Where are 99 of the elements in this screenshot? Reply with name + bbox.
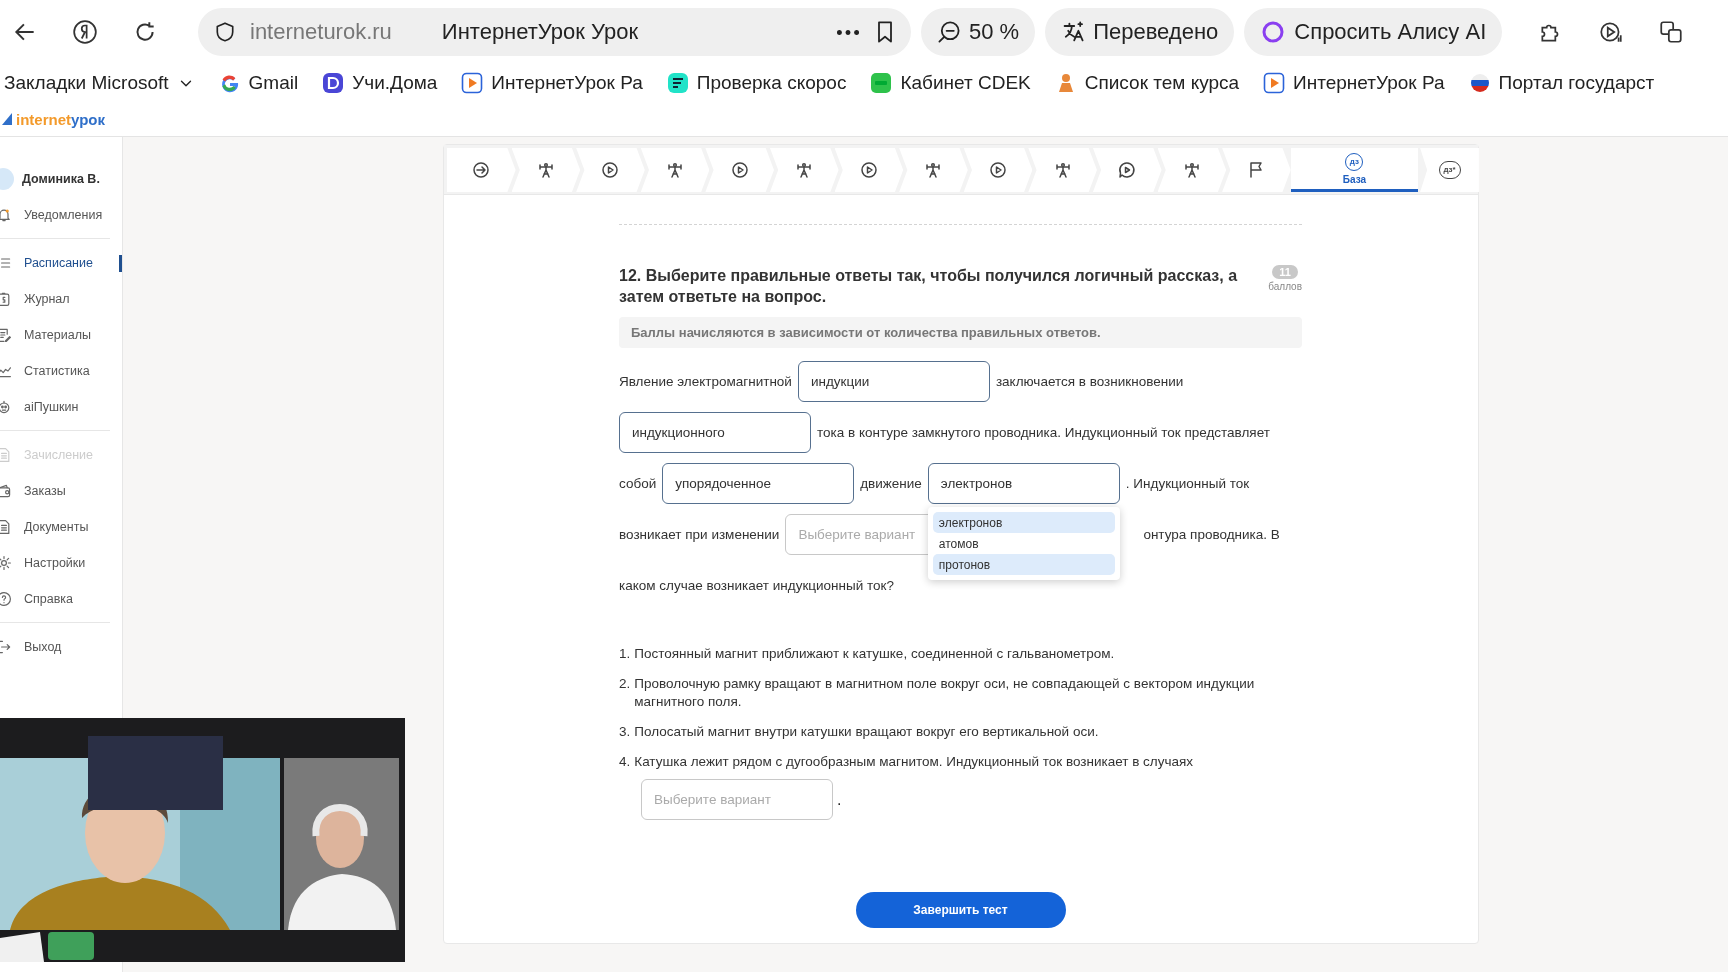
url-text: interneturok.ru [250, 19, 392, 45]
translate-button[interactable]: Переведено [1045, 8, 1235, 56]
sidebar-item[interactable]: Журнал [0, 281, 122, 317]
question-title: 12. Выберите правильные ответы так, чтобы получился логичный рассказ, а затем ответьте на вопрос. [619, 266, 1239, 307]
chat-play-icon [1117, 160, 1138, 180]
lesson-step-tab[interactable] [769, 148, 839, 192]
zoom-out-icon [937, 20, 961, 44]
lesson-step-tab[interactable] [705, 148, 774, 192]
play-square-icon [461, 72, 484, 94]
play-icon [729, 160, 750, 180]
sidebar-item[interactable]: Материалы [0, 317, 122, 353]
bookmark[interactable]: ИнтернетУрок Ра [461, 72, 643, 94]
story-text: онтура проводника. В [1143, 527, 1280, 542]
sidebar-item[interactable]: Настройки [0, 545, 122, 581]
sidebar-item[interactable]: Расписание [0, 245, 122, 281]
period-text: . [837, 790, 842, 809]
option-text: Полосатый магнит внутри катушки вращают вокруг его вертикальной оси. [634, 723, 1099, 741]
list-icon [0, 255, 12, 271]
sidebar-item[interactable]: Документы [0, 509, 122, 545]
story-text: Явление электромагнитной [619, 374, 792, 389]
finish-test-button[interactable]: Завершить тест [855, 892, 1066, 928]
site-logo[interactable]: internetурок [2, 110, 105, 128]
play-icon [988, 160, 1009, 180]
overlapping-squares-icon [1658, 19, 1685, 45]
bookmark[interactable]: Портал государст [1468, 72, 1655, 94]
answer-field[interactable]: индукции [797, 361, 990, 402]
circle-letter-icon [72, 19, 98, 45]
speedtest-icon [666, 72, 689, 94]
document-icon [0, 519, 12, 535]
document-icon [0, 447, 12, 463]
address-bar[interactable]: interneturok.ru ИнтернетУрок Урок [198, 8, 911, 56]
story-text: тока в контуре замкнутого проводника. Индукционный ток представляет [817, 425, 1270, 440]
exit-icon [0, 639, 12, 655]
play-icon [600, 160, 621, 180]
more-icon [837, 29, 859, 35]
robot-icon [0, 399, 12, 415]
lesson-step-tab[interactable] [1222, 148, 1291, 192]
d-logo-icon [322, 72, 345, 94]
lesson-step-tab[interactable] [899, 148, 968, 192]
lesson-step-tab[interactable] [1028, 148, 1097, 192]
lesson-step-tab[interactable] [576, 148, 645, 192]
answer-field[interactable]: упорядоченное [662, 463, 855, 504]
bookmark[interactable]: Проверка скорос [666, 72, 847, 94]
user-name[interactable]: Доминика В. [22, 172, 100, 186]
play-square-icon [1263, 72, 1286, 94]
sidebar-item[interactable]: Заказы [0, 473, 122, 509]
lesson-step-tab[interactable] [640, 148, 710, 192]
translate-icon [1061, 20, 1086, 44]
story-text: собой [619, 476, 657, 491]
option-text: Постоянный магнит приближают к катушке, соединенной с гальванометром. [634, 645, 1115, 663]
option-number: 2. [619, 675, 631, 693]
bookmark[interactable]: ИнтернетУрок Ра [1263, 72, 1445, 94]
scoring-note: Баллы начисляются в зависимости от количества правильных ответов. [619, 317, 1302, 348]
lesson-step-tab[interactable] [1157, 148, 1227, 192]
play-icon [858, 160, 879, 180]
zoom-button[interactable]: 50 % [921, 8, 1036, 56]
bookmark[interactable]: Закладки Microsoft [4, 72, 195, 94]
sidebar-item[interactable]: Статистика [0, 353, 122, 389]
answer-field[interactable]: электронов [927, 463, 1120, 504]
sidebar-item[interactable]: Выход [0, 629, 122, 665]
points-label: баллов [1268, 281, 1302, 292]
option-text: Проволочную рамку вращают в магнитном поле вокруг оси, не совпадающей с вектором индукции магнитного поля. [634, 675, 1256, 711]
answer-field[interactable]: индукционного [619, 412, 811, 453]
story-text: возникает при изменении [619, 527, 780, 542]
dropdown-option[interactable]: электронов [932, 512, 1115, 533]
sidebar-item[interactable]: Справка [0, 581, 122, 617]
app-icon [870, 72, 893, 94]
story-text: заключается в возникновении [995, 374, 1184, 389]
bookmark[interactable]: Учи.Дома [322, 72, 438, 94]
wallet-icon [0, 483, 12, 499]
story-text: каком случае возникает индукционный ток? [619, 578, 894, 593]
story-text: движение [860, 476, 922, 491]
bookmark[interactable]: Кабинет CDEK [870, 72, 1031, 94]
sidebar-item[interactable]: Уведомления [0, 197, 122, 233]
settings-icon [0, 555, 12, 571]
story-text: . Индукционный ток [1125, 476, 1250, 491]
option-text: Катушка лежит рядом с дугообразным магнитом. Индукционный ток возникает в случаях [634, 753, 1194, 771]
lesson-step-tab[interactable] [447, 148, 516, 192]
shield-icon [214, 21, 236, 43]
page-title: ИнтернетУрок Урок [441, 19, 640, 45]
option-number: 1. [619, 645, 631, 663]
option-number: 3. [619, 723, 631, 741]
lesson-step-tab[interactable]: дз* [1420, 148, 1479, 192]
lesson-step-tab[interactable] [511, 148, 581, 192]
lesson-step-tab[interactable] [963, 148, 1033, 192]
option-number: 4. [619, 753, 631, 771]
document-edit-icon [0, 327, 12, 343]
sidebar-item[interactable]: aiПушкин [0, 389, 122, 425]
help-icon [0, 591, 12, 607]
enter-icon [471, 160, 492, 180]
lesson-step-tab[interactable]: дз База [1290, 148, 1419, 192]
lesson-step-tab[interactable] [834, 148, 904, 192]
assistant-button[interactable]: Спросить Алису AI [1244, 8, 1503, 56]
bell-icon [0, 207, 12, 223]
journal-icon [0, 291, 12, 307]
bookmark[interactable]: Gmail [218, 72, 299, 94]
lesson-step-tab[interactable] [1092, 148, 1162, 192]
dropdown-option[interactable]: протонов [932, 554, 1115, 575]
bookmark[interactable]: Список тем курса [1054, 72, 1240, 94]
